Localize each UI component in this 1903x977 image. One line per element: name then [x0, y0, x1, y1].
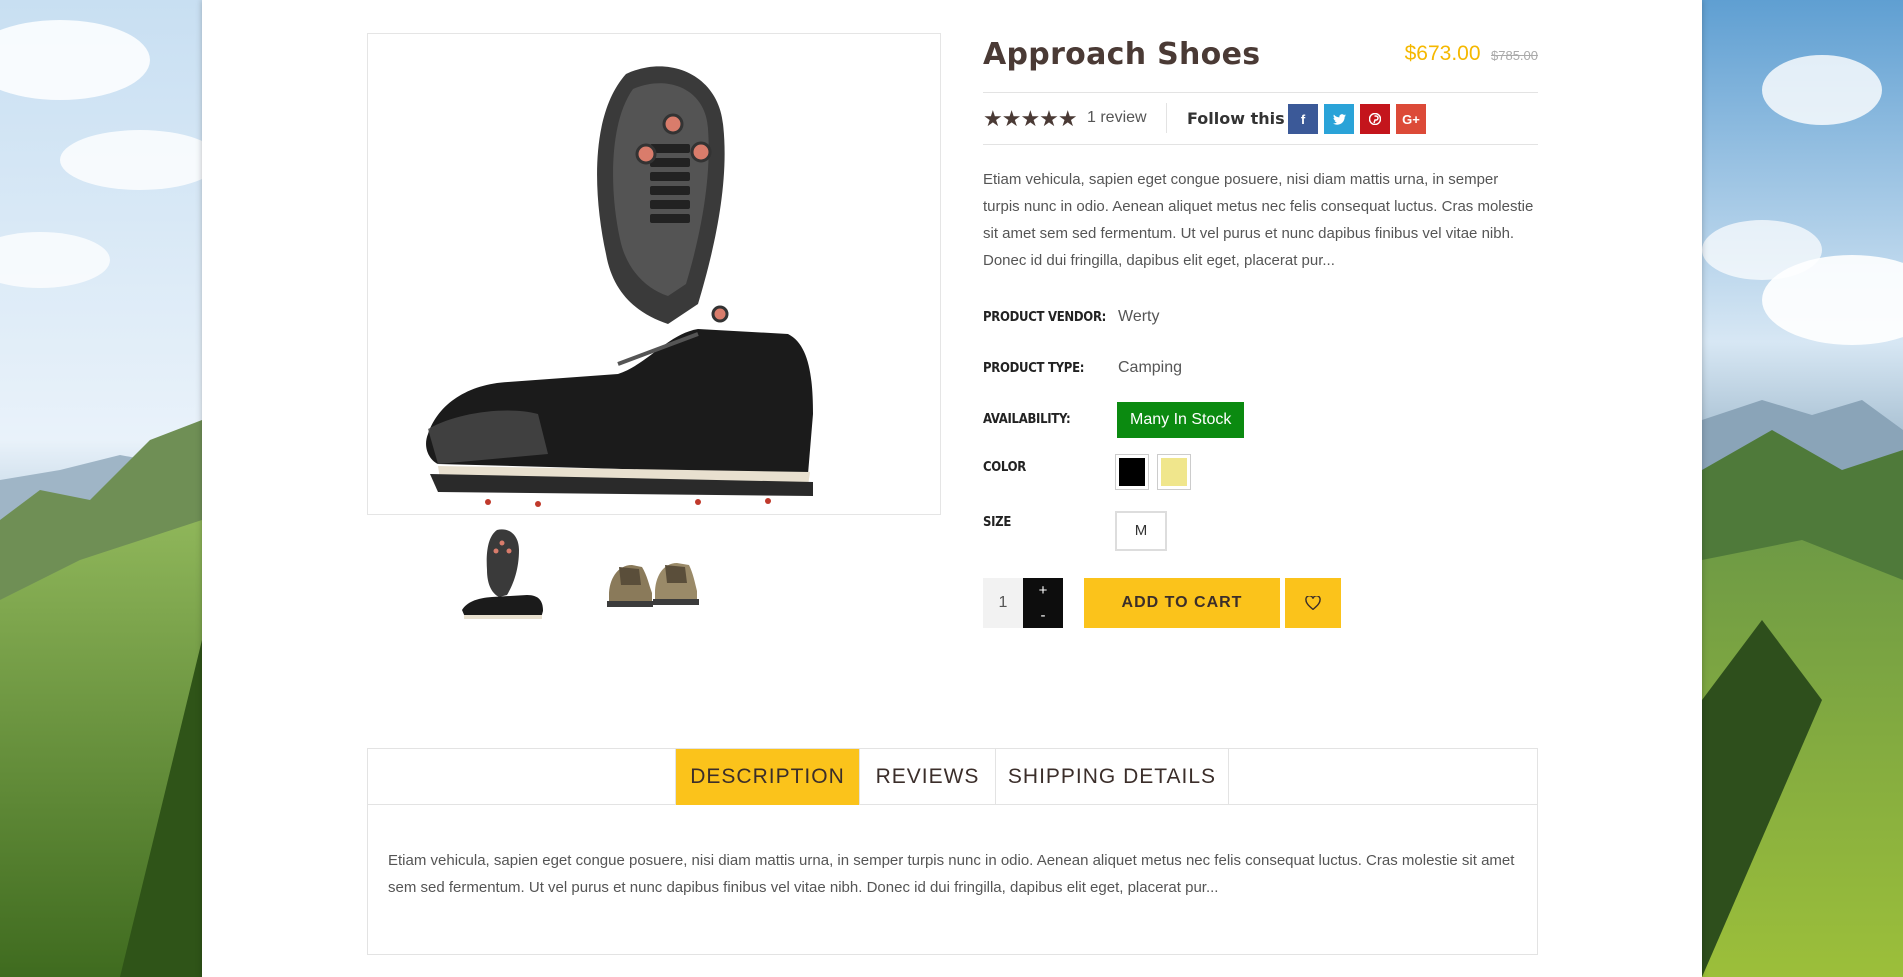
thumbnail-black-shoe[interactable] [447, 525, 557, 625]
rating-row: ★★★★★ 1 review Follow this f G+ [983, 100, 1538, 136]
thumbnail-strip [447, 525, 747, 625]
heart-icon [1305, 596, 1321, 610]
tab-description-content: Etiam vehicula, sapien eget congue posue… [388, 852, 1515, 896]
background-scenery-right [1702, 0, 1903, 977]
product-type-value: Camping [1118, 359, 1183, 376]
availability-label: AVAILABILITY: [983, 412, 1071, 427]
star-rating: ★★★★★ [983, 106, 1078, 131]
product-tabs: DESCRIPTION REVIEWS SHIPPING DETAILS Eti… [367, 748, 1538, 955]
google-plus-share-button[interactable]: G+ [1396, 104, 1426, 134]
stock-status-badge: Many In Stock [1117, 402, 1245, 438]
product-main-image[interactable] [367, 33, 941, 515]
add-to-cart-button[interactable]: ADD TO CART [1084, 578, 1280, 628]
divider [983, 92, 1538, 93]
vendor-label: PRODUCT VENDOR: [983, 310, 1107, 325]
twitter-icon [1332, 113, 1346, 125]
follow-label: Follow this [1187, 109, 1285, 128]
tab-description[interactable]: DESCRIPTION [675, 749, 860, 805]
color-swatch-khaki[interactable] [1157, 454, 1191, 490]
divider [983, 144, 1538, 145]
divider [1166, 103, 1167, 133]
color-label: COLOR [983, 460, 1026, 475]
color-swatch-black[interactable] [1115, 454, 1149, 490]
product-title: Approach Shoes [983, 37, 1261, 72]
pinterest-icon [1369, 113, 1381, 125]
quantity-increase-button[interactable]: + [1023, 578, 1063, 603]
size-label: SIZE [983, 515, 1012, 530]
thumbnail-hiking-boots[interactable] [597, 525, 707, 625]
price-block: $673.00 $785.00 [1405, 42, 1538, 66]
current-price: $673.00 [1404, 42, 1481, 65]
review-count-link[interactable]: 1 review [1087, 109, 1147, 127]
compare-price: $785.00 [1491, 48, 1538, 63]
quantity-input[interactable]: 1 [983, 578, 1023, 628]
tab-shipping-details[interactable]: SHIPPING DETAILS [996, 749, 1229, 805]
size-option-m[interactable]: M [1115, 511, 1167, 551]
twitter-share-button[interactable] [1324, 104, 1354, 134]
tab-reviews[interactable]: REVIEWS [860, 749, 996, 805]
wishlist-button[interactable] [1285, 578, 1341, 628]
quantity-stepper: + - [1023, 578, 1063, 628]
short-description: Etiam vehicula, sapien eget congue posue… [983, 171, 1534, 269]
background-scenery-left [0, 0, 202, 977]
product-type-label: PRODUCT TYPE: [983, 361, 1085, 376]
facebook-share-button[interactable]: f [1288, 104, 1318, 134]
pinterest-share-button[interactable] [1360, 104, 1390, 134]
tab-bar: DESCRIPTION REVIEWS SHIPPING DETAILS [368, 749, 1537, 805]
product-page: Approach Shoes $673.00 $785.00 ★★★★★ 1 r… [202, 0, 1702, 977]
quantity-decrease-button[interactable]: - [1023, 603, 1063, 628]
vendor-value: Werty [1118, 308, 1160, 325]
